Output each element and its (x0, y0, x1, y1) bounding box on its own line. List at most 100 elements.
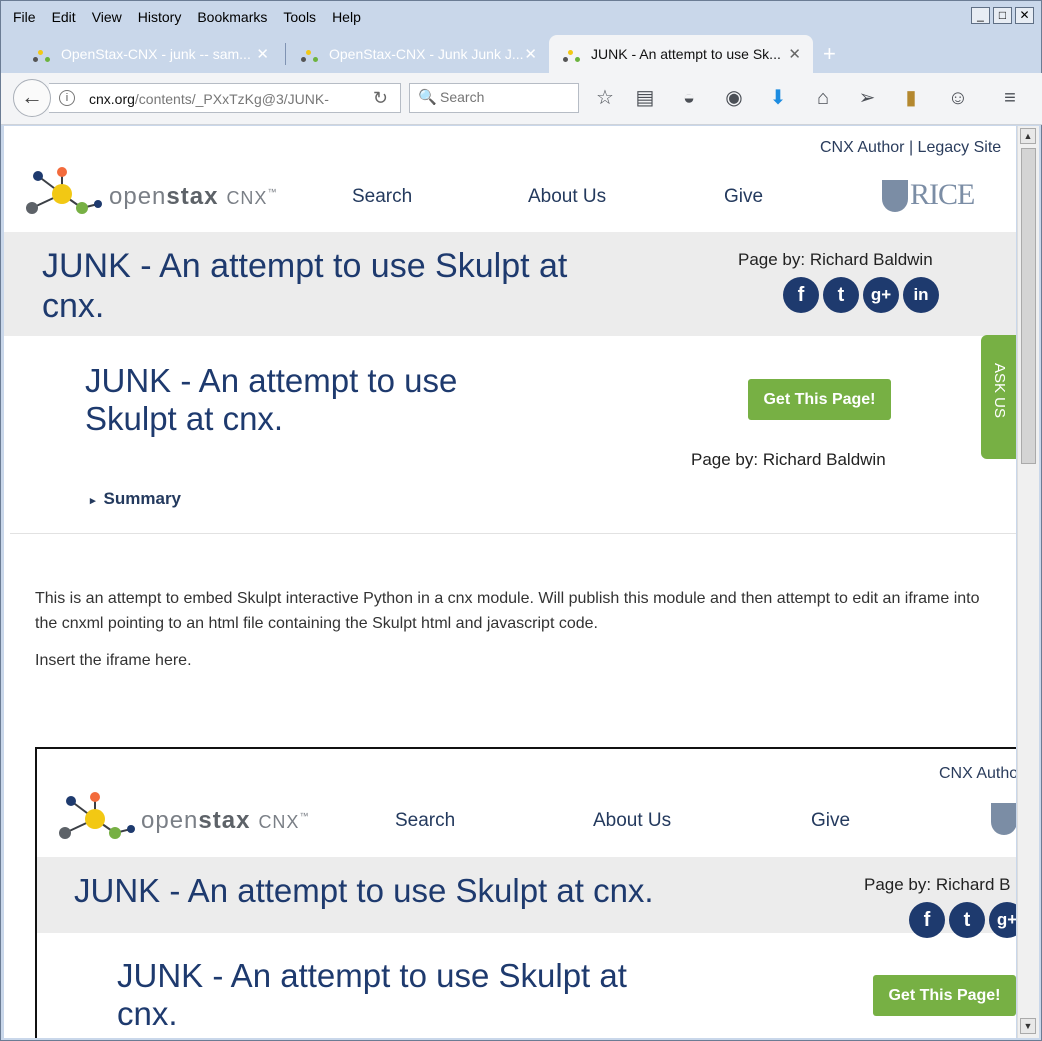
search-box[interactable]: 🔍 (409, 83, 579, 113)
tab-3-active[interactable]: JUNK - An attempt to use Sk... ✕ (549, 35, 813, 73)
url-text[interactable]: cnx.org/contents/_PXxTzKg@3/JUNK- (89, 91, 329, 107)
openstax-wordmark: openstax CNX™ (109, 183, 278, 210)
tab-3-title: JUNK - An attempt to use Sk... (591, 46, 781, 62)
iframe-author-byline: Page by: Richard B (864, 875, 1011, 894)
openstax-favicon-icon (33, 45, 51, 63)
web-content: CNX Author | Legacy Site openstax CNX™ Se… (4, 126, 1016, 1038)
iframe-wordmark-stax: stax (198, 807, 251, 834)
scroll-down-arrow-icon[interactable]: ▼ (1020, 1018, 1036, 1034)
vertical-scrollbar[interactable]: ▲ ▼ (1017, 126, 1039, 1038)
nav-search-link[interactable]: Search (352, 186, 412, 208)
tab-1-close-icon[interactable]: ✕ (256, 45, 269, 63)
menu-view[interactable]: View (84, 9, 130, 25)
header-link-separator: | (908, 139, 914, 156)
notebook-icon[interactable]: ▮ (898, 85, 924, 111)
send-icon[interactable]: ➢ (854, 85, 880, 111)
iframe-openstax-wordmark: openstax CNX™ (141, 807, 310, 834)
author-byline-2: Page by: Richard Baldwin (691, 450, 886, 469)
facebook-icon[interactable]: f (783, 277, 819, 313)
header-links: CNX Author | Legacy Site (820, 139, 1001, 157)
pocket-icon[interactable]: ◒ (676, 85, 702, 111)
minimize-button[interactable]: _ (971, 7, 990, 24)
iframe-content-title: JUNK - An attempt to use Skulpt at cnx. (117, 957, 627, 1033)
navigation-toolbar: i cnx.org/contents/_PXxTzKg@3/JUNK- ↻ ← … (1, 73, 1042, 125)
new-tab-plus-icon[interactable]: + (823, 41, 836, 67)
linkedin-icon[interactable]: in (903, 277, 939, 313)
iframe-openstax-logo-icon[interactable] (55, 789, 139, 845)
summary-toggle[interactable]: ▸ Summary (90, 489, 181, 509)
site-info-icon[interactable]: i (59, 90, 75, 106)
iframe-page-title: JUNK - An attempt to use Skulpt at cnx. (74, 872, 654, 909)
page-title: JUNK - An attempt to use Skulpt at cnx. (42, 246, 567, 326)
scrollbar-thumb[interactable] (1021, 148, 1036, 464)
rice-logo-text[interactable]: RICE (910, 178, 975, 212)
search-icon: 🔍 (418, 89, 437, 106)
search-input[interactable] (440, 89, 570, 105)
body-paragraph-2: Insert the iframe here. (35, 652, 192, 669)
page-title-line2: cnx. (42, 287, 105, 325)
wordmark-open: open (109, 183, 167, 210)
bookmark-star-icon[interactable]: ☆ (592, 85, 618, 111)
tab-2-title: OpenStax-CNX - Junk Junk J... (329, 46, 524, 62)
iframe-rice-shield-icon (991, 803, 1016, 835)
tab-2[interactable]: OpenStax-CNX - Junk Junk J... ✕ (287, 35, 549, 73)
iframe-twitter-icon[interactable]: t (949, 902, 985, 938)
iframe-nav-search-link[interactable]: Search (395, 810, 455, 832)
get-this-page-button[interactable]: Get This Page! (748, 379, 891, 420)
author-byline: Page by: Richard Baldwin (738, 250, 933, 269)
browser-window: File Edit View History Bookmarks Tools H… (0, 0, 1042, 1041)
iframe-wordmark-open: open (141, 807, 199, 834)
menu-bookmarks[interactable]: Bookmarks (189, 9, 275, 25)
embedded-iframe[interactable]: CNX Autho openstax CNX™ Search About Us G… (35, 747, 1016, 1038)
nav-about-link[interactable]: About Us (528, 186, 606, 208)
reload-icon[interactable]: ↻ (373, 88, 388, 109)
scroll-up-arrow-icon[interactable]: ▲ (1020, 128, 1036, 144)
menu-file[interactable]: File (5, 9, 44, 25)
url-host: cnx.org (89, 91, 135, 107)
menu-help[interactable]: Help (324, 9, 369, 25)
rice-shield-icon (882, 180, 908, 212)
history-icon[interactable]: ◉ (721, 85, 747, 111)
iframe-facebook-icon[interactable]: f (909, 902, 945, 938)
content-title-line1: JUNK - An attempt to use (85, 362, 458, 399)
ask-us-tab[interactable]: ASK US (981, 335, 1016, 459)
openstax-favicon-icon (563, 45, 581, 63)
google-plus-icon[interactable]: g+ (863, 277, 899, 313)
iframe-content-title-line1: JUNK - An attempt to use Skulpt at (117, 957, 627, 994)
wordmark-stax: stax (166, 183, 219, 210)
openstax-favicon-icon (301, 45, 319, 63)
tab-bar: OpenStax-CNX - junk -- sam... ✕ OpenStax… (1, 35, 1042, 73)
tab-separator (285, 43, 286, 65)
url-bar[interactable]: i cnx.org/contents/_PXxTzKg@3/JUNK- ↻ (49, 83, 401, 113)
tab-1-title: OpenStax-CNX - junk -- sam... (61, 46, 251, 62)
menu-history[interactable]: History (130, 9, 190, 25)
divider (10, 533, 1016, 534)
content-title: JUNK - An attempt to use Skulpt at cnx. (85, 362, 457, 438)
menu-tools[interactable]: Tools (275, 9, 324, 25)
maximize-button[interactable]: □ (993, 7, 1012, 24)
legacy-site-link[interactable]: Legacy Site (918, 139, 1002, 156)
ask-us-label: ASK US (991, 363, 1008, 419)
feedback-face-icon[interactable]: ☺ (945, 85, 971, 111)
iframe-cnx-author-link[interactable]: CNX Autho (939, 765, 1016, 783)
iframe-nav-about-link[interactable]: About Us (593, 810, 671, 832)
openstax-logo-icon[interactable] (22, 164, 106, 220)
iframe-nav-give-link[interactable]: Give (811, 810, 850, 832)
tab-2-close-icon[interactable]: ✕ (524, 45, 537, 63)
hamburger-menu-icon[interactable]: ≡ (997, 85, 1023, 111)
back-button[interactable]: ← (13, 79, 51, 117)
iframe-get-this-page-button[interactable]: Get This Page! (873, 975, 1016, 1016)
tab-3-close-icon[interactable]: ✕ (788, 45, 801, 63)
nav-give-link[interactable]: Give (724, 186, 763, 208)
summary-label: Summary (103, 489, 182, 508)
iframe-content-title-line2: cnx. (117, 995, 178, 1032)
content-title-line2: Skulpt at cnx. (85, 400, 284, 437)
reading-list-icon[interactable]: ▤ (632, 85, 658, 111)
twitter-icon[interactable]: t (823, 277, 859, 313)
menu-edit[interactable]: Edit (44, 9, 84, 25)
cnx-author-link[interactable]: CNX Author (820, 139, 904, 156)
tab-1[interactable]: OpenStax-CNX - junk -- sam... ✕ (19, 35, 281, 73)
close-window-button[interactable]: ✕ (1015, 7, 1034, 24)
home-icon[interactable]: ⌂ (810, 85, 836, 111)
download-icon[interactable]: ⬇ (765, 85, 791, 111)
